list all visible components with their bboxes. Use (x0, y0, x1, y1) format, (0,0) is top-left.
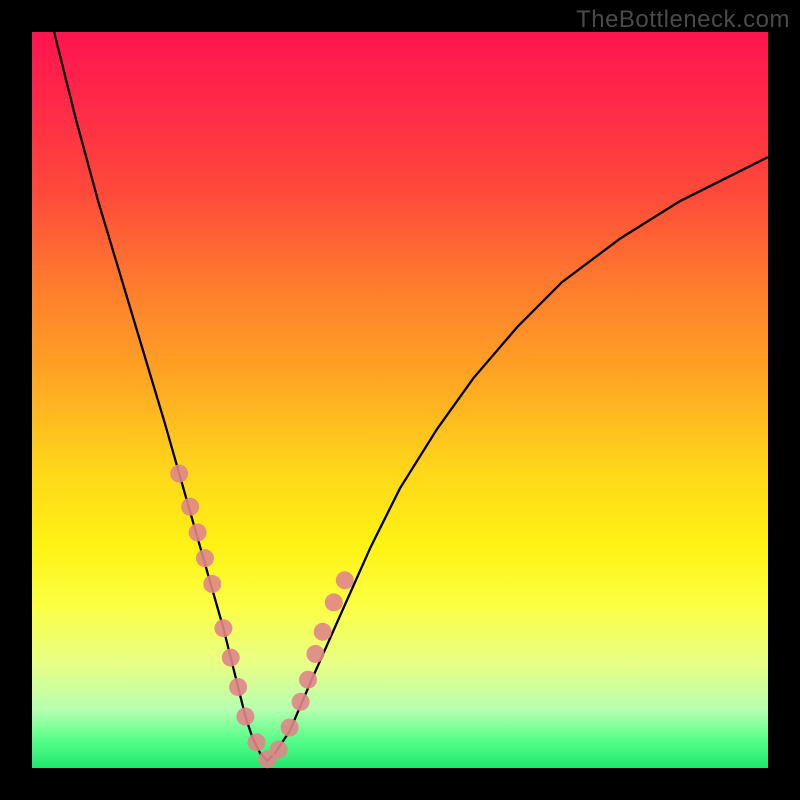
highlight-dot (229, 678, 247, 696)
highlight-dots (170, 465, 354, 769)
highlight-dot (292, 693, 310, 711)
chart-svg (32, 32, 768, 768)
highlight-dot (306, 645, 324, 663)
highlight-dot (170, 465, 188, 483)
highlight-dot (236, 708, 254, 726)
watermark-text: TheBottleneck.com (576, 6, 790, 34)
highlight-dot (222, 649, 240, 667)
highlight-dot (196, 549, 214, 567)
plot-area (32, 32, 768, 768)
highlight-dot (314, 623, 332, 641)
highlight-dot (325, 593, 343, 611)
highlight-dot (248, 733, 266, 751)
outer-frame: TheBottleneck.com (0, 0, 800, 800)
bottleneck-curve (54, 32, 768, 761)
highlight-dot (270, 741, 288, 759)
highlight-dot (189, 524, 207, 542)
highlight-dot (299, 671, 317, 689)
highlight-dot (281, 719, 299, 737)
highlight-dot (336, 571, 354, 589)
highlight-dot (203, 575, 221, 593)
highlight-dot (181, 498, 199, 516)
highlight-dot (214, 619, 232, 637)
